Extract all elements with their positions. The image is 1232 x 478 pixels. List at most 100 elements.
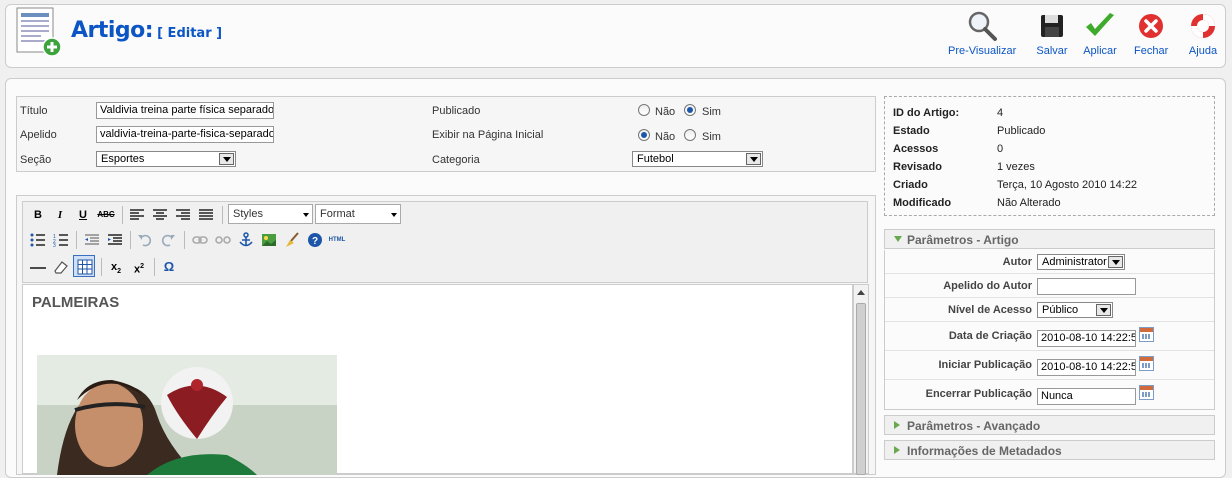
align-center-icon[interactable] (152, 208, 168, 222)
info-value: 1 vezes (997, 161, 1035, 173)
editor-scrollbar[interactable] (853, 284, 869, 475)
eraser-icon[interactable] (52, 259, 70, 275)
metadata-header[interactable]: Informações de Metadados (884, 440, 1215, 460)
page-title: Artigo:[ Editar ] (71, 18, 223, 43)
magnifier-icon (968, 11, 998, 41)
author-alias-input[interactable] (1037, 278, 1136, 295)
bold-icon[interactable]: B (28, 205, 48, 225)
title-label: Título (20, 105, 48, 117)
info-value: Publicado (997, 125, 1046, 137)
align-justify-icon[interactable] (198, 208, 214, 222)
save-label: Salvar (1036, 45, 1068, 57)
param-row: Apelido do Autor (885, 274, 1214, 298)
created-date-input[interactable]: 2010-08-10 14:22:59 (1037, 330, 1136, 347)
calendar-icon[interactable] (1139, 385, 1154, 400)
redo-icon[interactable] (160, 233, 176, 247)
alias-input[interactable]: valdivia-treina-parte-fisica-separado-de (96, 126, 274, 143)
info-key: Acessos (893, 143, 939, 155)
title-input[interactable]: Valdivia treina parte física separado d (96, 102, 274, 119)
anchor-icon[interactable] (238, 232, 254, 248)
format-label: Format (320, 208, 355, 220)
param-row: Encerrar Publicação Nunca (885, 380, 1214, 409)
svg-text:?: ? (312, 236, 318, 247)
section-select[interactable]: Esportes (96, 151, 236, 167)
link-icon[interactable] (192, 233, 208, 247)
info-key: Criado (893, 179, 928, 191)
info-value: Não Alterado (997, 197, 1061, 209)
help-circle-icon[interactable]: ? (307, 232, 323, 248)
apply-button[interactable]: Aplicar (1083, 9, 1117, 57)
save-button[interactable]: Salvar (1035, 9, 1069, 57)
subscript-icon[interactable]: x2 (106, 257, 126, 277)
toolbar-separator (101, 258, 102, 276)
author-select[interactable]: Administrator (1037, 254, 1125, 270)
html-source-icon[interactable]: HTML (327, 230, 347, 250)
calendar-icon[interactable] (1139, 356, 1154, 371)
info-key: ID do Artigo: (893, 107, 960, 119)
param-row: Data de Criação 2010-08-10 14:22:59 (885, 322, 1214, 351)
chevron-down-icon (1096, 304, 1111, 316)
publish-up-input[interactable]: 2010-08-10 14:22:59 (1037, 359, 1136, 376)
align-left-icon[interactable] (129, 208, 145, 222)
special-character-icon[interactable]: Ω (159, 257, 179, 277)
publish-down-input[interactable]: Nunca (1037, 388, 1136, 405)
image-icon[interactable] (261, 232, 277, 248)
published-label: Publicado (432, 105, 481, 117)
preview-label: Pre-Visualizar (948, 45, 1017, 57)
created-date-label: Data de Criação (948, 330, 1032, 342)
frontpage-no-radio[interactable] (638, 129, 650, 141)
underline-icon[interactable]: U (73, 205, 93, 225)
published-no-label: Não (655, 106, 676, 118)
cleanup-broom-icon[interactable] (284, 232, 300, 248)
frontpage-yes-label: Sim (702, 131, 721, 143)
help-button[interactable]: Ajuda (1186, 9, 1220, 57)
bullet-list-icon[interactable] (30, 233, 46, 247)
indent-icon[interactable] (107, 233, 123, 247)
numbered-list-icon[interactable]: 123 (53, 233, 69, 247)
preview-button[interactable]: Pre-Visualizar (948, 9, 1016, 57)
strikethrough-icon[interactable]: ABC (96, 205, 116, 225)
superscript-icon[interactable]: x2 (129, 257, 149, 277)
styles-select[interactable]: Styles (228, 204, 313, 224)
alias-label: Apelido (20, 129, 57, 141)
close-icon (1139, 14, 1164, 38)
published-no-radio[interactable] (638, 104, 650, 116)
table-button[interactable] (73, 255, 95, 277)
scrollbar-thumb[interactable] (856, 303, 866, 475)
chevron-down-icon (219, 153, 234, 165)
frontpage-label: Exibir na Página Inicial (432, 129, 544, 141)
advanced-params-header[interactable]: Parâmetros - Avançado (884, 415, 1215, 435)
lifebuoy-icon (1191, 14, 1215, 38)
unlink-icon[interactable] (215, 233, 231, 247)
triangle-down-icon (894, 236, 902, 242)
chevron-down-icon (303, 213, 309, 217)
article-params-header[interactable]: Parâmetros - Artigo (884, 229, 1215, 249)
toolbar-separator (154, 258, 155, 276)
category-select[interactable]: Futebol (632, 151, 763, 167)
published-yes-radio[interactable] (684, 104, 696, 116)
publish-down-label: Encerrar Publicação (925, 388, 1032, 400)
italic-icon[interactable]: I (50, 205, 70, 225)
info-value: 0 (997, 143, 1004, 155)
frontpage-yes-radio[interactable] (684, 129, 696, 141)
align-right-icon[interactable] (175, 208, 191, 222)
close-label: Fechar (1134, 45, 1169, 57)
page-subtitle: [ Editar ] (157, 26, 223, 41)
undo-icon[interactable] (137, 233, 153, 247)
format-select[interactable]: Format (315, 204, 401, 224)
chevron-up-icon[interactable] (857, 289, 865, 295)
calendar-icon[interactable] (1139, 327, 1154, 342)
category-value: Futebol (637, 153, 674, 165)
svg-text:3: 3 (53, 243, 56, 247)
chevron-down-icon (746, 153, 761, 165)
help-label: Ajuda (1188, 45, 1218, 57)
floppy-disk-icon (1041, 15, 1063, 37)
author-value: Administrator (1042, 256, 1107, 268)
outdent-icon[interactable] (84, 233, 100, 247)
author-alias-label: Apelido do Autor (943, 280, 1032, 292)
horizontal-rule-icon[interactable] (29, 261, 47, 275)
info-key: Modificado (893, 197, 952, 209)
article-edit-icon (16, 7, 62, 57)
close-button[interactable]: Fechar (1134, 9, 1168, 57)
access-level-select[interactable]: Público (1037, 302, 1113, 318)
